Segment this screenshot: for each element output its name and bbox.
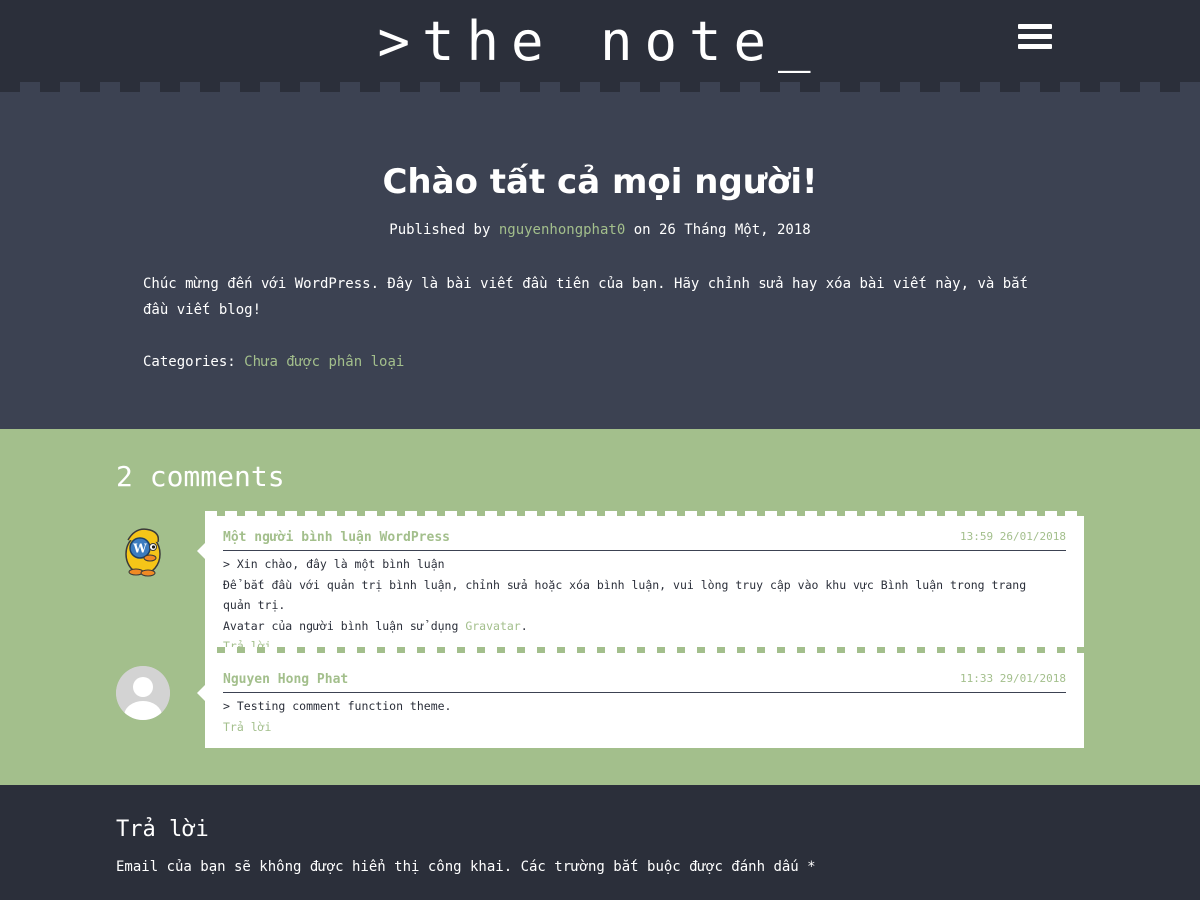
reply-link[interactable]: Trả lời [223, 717, 1044, 738]
reply-title: Trả lời [116, 817, 209, 842]
comment-date: 11:33 29/01/2018 [960, 672, 1066, 685]
post-categories: Categories: Chưa được phân loại [143, 351, 404, 373]
header-edge-decoration [0, 82, 1200, 92]
post-title: Chào tất cả mọi người! [382, 162, 818, 202]
comments-title: 2 comments [116, 460, 285, 493]
comment-author[interactable]: Nguyen Hong Phat [223, 670, 348, 690]
post-meta: Published by nguyenhongphat0 on 26 Tháng… [0, 220, 1200, 240]
comment-item: Nguyen Hong Phat 11:33 29/01/2018 > Test… [197, 653, 1084, 748]
post-author-link[interactable]: nguyenhongphat0 [499, 222, 625, 238]
comment-text-line: > Xin chào, đây là một bình luận [223, 557, 445, 571]
comment-text-suffix: . [520, 618, 528, 633]
comment-divider [223, 550, 1066, 551]
menu-bar [1018, 34, 1052, 39]
menu-bar [1018, 44, 1052, 49]
comment-body: > Xin chào, đây là một bình luận Để bắt … [223, 554, 1044, 657]
post-section: Chào tất cả mọi người! Published by nguy… [0, 92, 1200, 429]
comment-text-line: Avatar của người bình luận sử dụng Grava… [223, 616, 1044, 637]
post-meta-prefix: Published by [389, 222, 499, 238]
comment-text-prefix: Avatar của người bình luận sử dụng [223, 618, 466, 633]
post-meta-on: on [625, 222, 659, 238]
comment-body: > Testing comment function theme. Trả lờ… [223, 696, 1044, 737]
comment-pointer [197, 685, 205, 701]
post-date: 26 Tháng Một, 2018 [659, 222, 811, 238]
comment-dashed-border [205, 511, 1084, 516]
comment-date: 13:59 26/01/2018 [960, 530, 1066, 543]
reply-notes: Email của bạn sẽ không được hiển thị côn… [116, 859, 816, 875]
comment-pointer [197, 543, 205, 559]
svg-text:W: W [132, 542, 147, 556]
default-user-avatar-icon [116, 666, 170, 720]
menu-bar [1018, 24, 1052, 29]
gravatar-link[interactable]: Gravatar [465, 619, 520, 633]
category-link[interactable]: Chưa được phân loại [244, 354, 404, 370]
post-content: Chúc mừng đến với WordPress. Đây là bài … [143, 276, 1029, 318]
comment-item: Một người bình luận WordPress 13:59 26/0… [197, 511, 1084, 653]
categories-label: Categories: [143, 354, 245, 370]
comment-author[interactable]: Một người bình luận WordPress [223, 528, 450, 548]
comment-text-line: Để bắt đầu với quản trị bình luận, chỉnh… [223, 577, 1027, 613]
comments-section: 2 comments W Một người bình luận WordPre… [0, 429, 1200, 785]
hamburger-menu-icon[interactable] [1018, 24, 1052, 50]
wordpress-mascot-avatar-icon: W [116, 524, 170, 578]
comment-divider [223, 692, 1066, 693]
reply-section: Trả lời Email của bạn sẽ không được hiển… [0, 785, 1200, 900]
comment-text-line: > Testing comment function theme. [223, 699, 452, 713]
site-header: >the note_ [0, 0, 1200, 92]
